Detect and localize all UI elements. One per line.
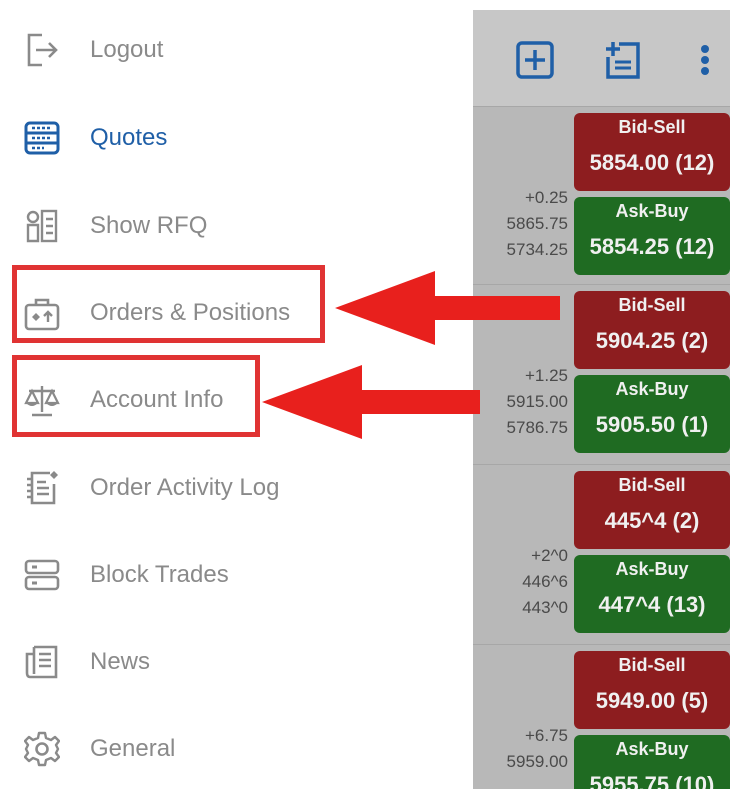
toolbar [473,10,730,106]
gear-icon [23,731,61,767]
ask-buy-button[interactable]: Ask-Buy 447^4 (13) [574,555,730,633]
bid-value: 5904.25 (2) [595,328,709,353]
menu-item-news[interactable]: News [0,630,473,690]
menu-item-block-trades[interactable]: Block Trades [0,543,473,603]
quote-change: +1.25 [524,366,568,385]
bid-sell-label: Bid-Sell [618,655,686,675]
status-strip [473,0,730,10]
block-trades-icon [24,557,60,593]
menu-item-general[interactable]: General [0,717,473,777]
highlight-box-account-info [12,355,260,437]
quote-low: 5786.75 [506,418,568,437]
bid-sell-button[interactable]: Bid-Sell 5949.00 (5) [574,651,730,729]
quotes-screen: +0.25 5865.75 5734.25 Bid-Sell 5854.00 (… [473,0,730,789]
quotes-icon [24,120,60,156]
quote-row[interactable]: +2^0 446^6 443^0 Bid-Sell 445^4 (2) Ask-… [473,464,730,643]
ask-buy-label: Ask-Buy [615,379,689,399]
highlight-box-orders [12,265,325,343]
arrow-icon [335,271,560,345]
menu-item-logout[interactable]: Logout [0,18,473,78]
menu-label: Block Trades [90,561,229,588]
menu-label: Show RFQ [90,212,208,239]
bid-sell-label: Bid-Sell [618,295,686,315]
bid-value: 445^4 (2) [604,508,700,533]
menu-label: Logout [90,36,164,63]
quote-row[interactable]: +6.75 5959.00 Bid-Sell 5949.00 (5) Ask-B… [473,644,730,789]
activity-log-icon [24,470,60,506]
add-box-icon[interactable] [513,38,557,82]
quote-stats: +6.75 5959.00 [478,723,568,775]
arrow-icon [262,365,480,439]
ask-buy-label: Ask-Buy [615,201,689,221]
bid-value: 5949.00 (5) [595,688,709,713]
bid-sell-button[interactable]: Bid-Sell 5904.25 (2) [574,291,730,369]
quote-row[interactable]: +0.25 5865.75 5734.25 Bid-Sell 5854.00 (… [473,106,730,285]
menu-label: News [90,648,151,675]
menu-item-order-activity-log[interactable]: Order Activity Log [0,456,473,516]
ask-buy-button[interactable]: Ask-Buy 5854.25 (12) [574,197,730,275]
ask-buy-label: Ask-Buy [615,739,689,759]
quote-stats: +2^0 446^6 443^0 [478,543,568,621]
menu-label: General [90,735,176,762]
ask-buy-button[interactable]: Ask-Buy 5905.50 (1) [574,375,730,453]
quote-change: +2^0 [531,546,568,565]
ask-buy-button[interactable]: Ask-Buy 5955.75 (10) [574,735,730,789]
bid-sell-label: Bid-Sell [618,475,686,495]
quote-high: 5865.75 [506,214,568,233]
menu-item-quotes[interactable]: Quotes [0,106,473,166]
rfq-icon [24,208,60,244]
quote-high: 5915.00 [506,392,568,411]
bid-sell-button[interactable]: Bid-Sell 5854.00 (12) [574,113,730,191]
quote-low: 443^0 [522,598,568,617]
quote-change: +6.75 [524,726,568,745]
ask-value: 447^4 (13) [598,592,706,617]
quote-low: 5734.25 [506,240,568,259]
quote-high: 5959.00 [506,752,568,771]
menu-item-show-rfq[interactable]: Show RFQ [0,194,473,254]
ask-value: 5905.50 (1) [595,412,709,437]
add-list-icon[interactable] [601,38,645,82]
menu-label: Order Activity Log [90,474,280,501]
quote-stats: +0.25 5865.75 5734.25 [478,185,568,263]
bid-value: 5854.00 (12) [589,150,715,175]
menu-label: Quotes [90,124,168,151]
ask-buy-label: Ask-Buy [615,559,689,579]
news-icon [24,644,60,680]
quote-change: +0.25 [524,188,568,207]
logout-icon [24,32,60,68]
bid-sell-label: Bid-Sell [618,117,686,137]
bid-sell-button[interactable]: Bid-Sell 445^4 (2) [574,471,730,549]
more-vert-icon[interactable] [683,38,727,82]
ask-value: 5955.75 (10) [589,772,715,789]
ask-value: 5854.25 (12) [589,234,715,259]
quote-stats: +1.25 5915.00 5786.75 [478,363,568,441]
quote-high: 446^6 [522,572,568,591]
